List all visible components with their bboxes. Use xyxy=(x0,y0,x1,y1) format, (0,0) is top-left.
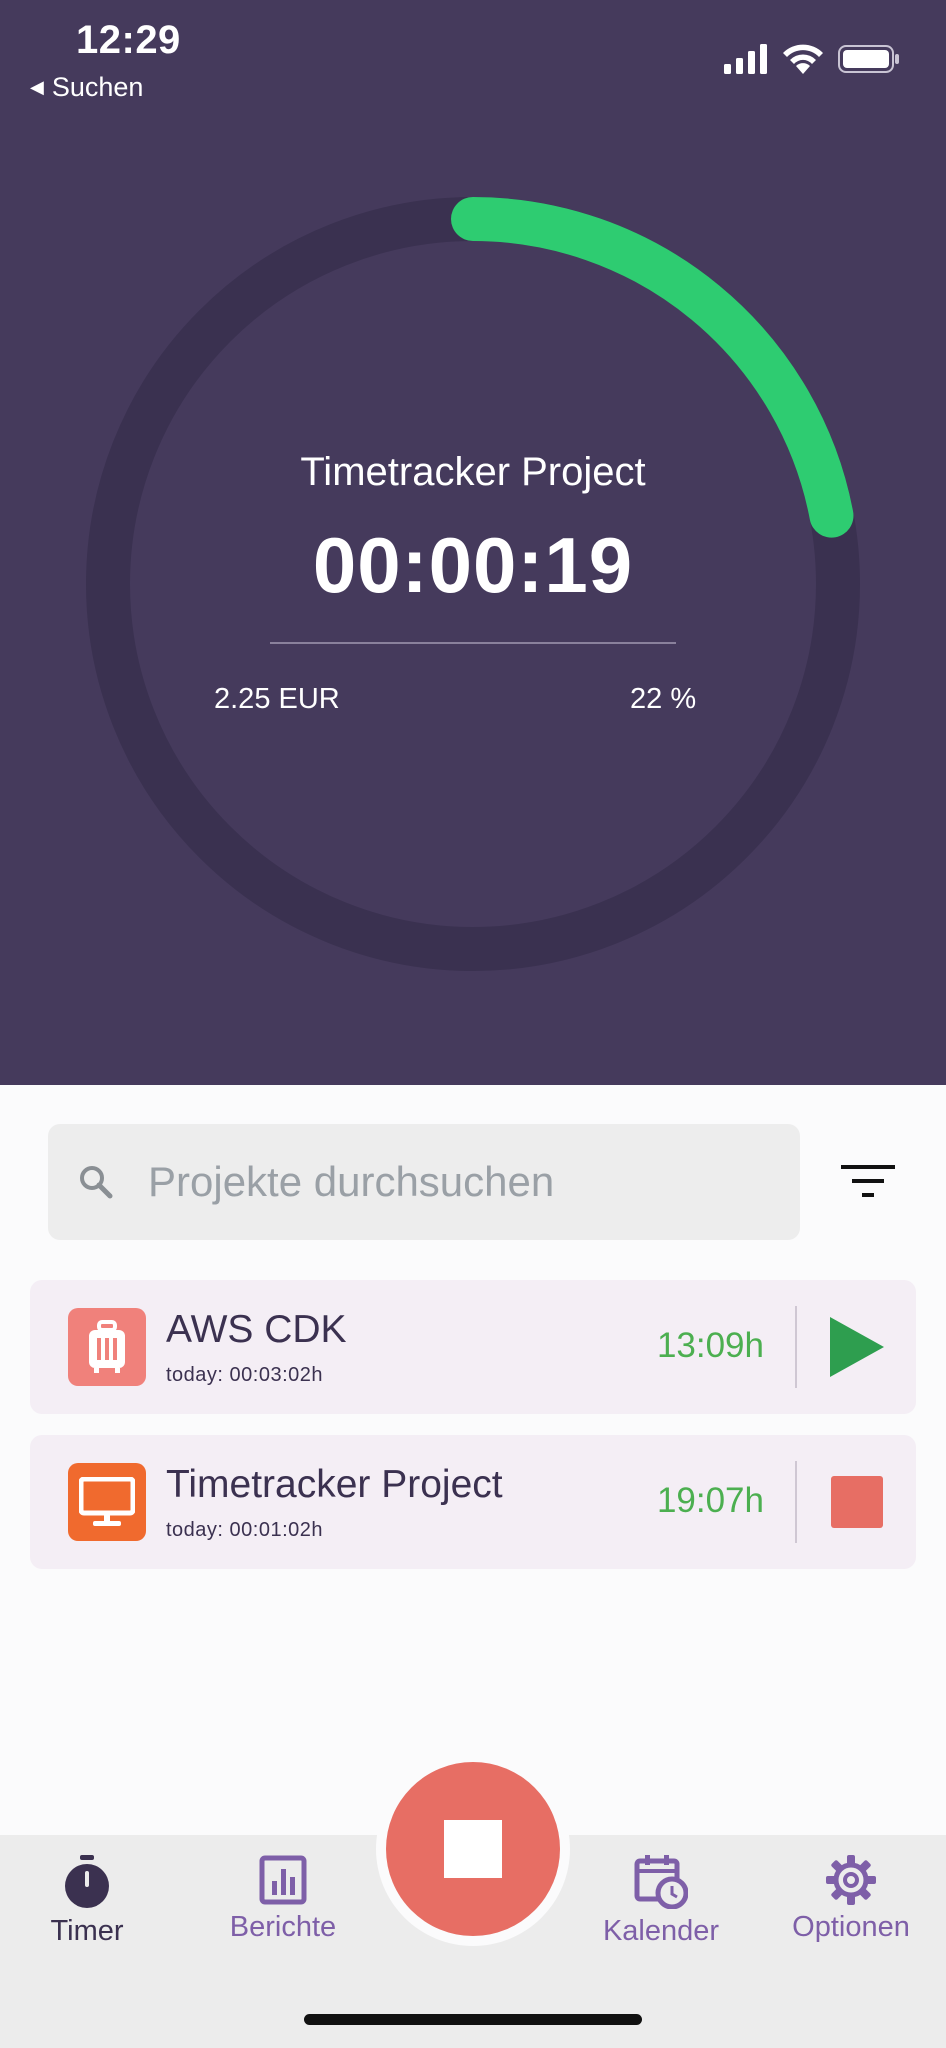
home-indicator xyxy=(304,2014,642,2025)
status-time: 12:29 xyxy=(76,18,181,62)
suitcase-icon xyxy=(68,1308,146,1386)
project-card[interactable]: AWS CDK today: 00:03:02h 13:09h xyxy=(30,1280,916,1414)
tab-kalender[interactable]: Kalender xyxy=(566,1855,756,1948)
calendar-clock-icon xyxy=(634,1855,688,1909)
back-label: Suchen xyxy=(51,72,144,102)
card-divider xyxy=(795,1461,797,1543)
search-input[interactable]: Projekte durchsuchen xyxy=(48,1124,800,1240)
project-name: Timetracker Project xyxy=(166,1463,503,1506)
wifi-icon xyxy=(783,44,823,74)
stop-button[interactable] xyxy=(820,1465,894,1539)
earnings-value: 2.25 EUR xyxy=(214,683,340,715)
tab-optionen[interactable]: Optionen xyxy=(756,1855,946,1944)
back-link[interactable]: ◀ Suchen xyxy=(30,72,143,103)
gear-icon xyxy=(826,1855,876,1905)
project-today: today: 00:03:02h xyxy=(166,1364,324,1386)
filter-icon xyxy=(841,1165,895,1197)
stop-icon xyxy=(831,1476,883,1528)
project-today: today: 00:01:02h xyxy=(166,1519,324,1541)
timer-divider xyxy=(270,642,676,644)
play-icon xyxy=(830,1317,884,1377)
project-card[interactable]: Timetracker Project today: 00:01:02h 19:… xyxy=(30,1435,916,1569)
stop-icon xyxy=(444,1820,502,1878)
filter-button[interactable] xyxy=(838,1152,898,1212)
tab-berichte[interactable]: Berichte xyxy=(188,1855,378,1944)
stop-timer-button[interactable] xyxy=(386,1762,560,1936)
active-project-name: Timetracker Project xyxy=(300,450,646,494)
tab-label: Optionen xyxy=(792,1911,910,1943)
project-total: 13:09h xyxy=(656,1326,764,1365)
elapsed-time: 00:00:19 xyxy=(312,521,634,609)
signal-icon xyxy=(724,44,767,74)
stopwatch-icon xyxy=(65,1855,109,1908)
project-total: 19:07h xyxy=(656,1481,764,1520)
monitor-icon xyxy=(68,1463,146,1541)
search-placeholder: Projekte durchsuchen xyxy=(148,1158,555,1205)
status-icons xyxy=(724,44,900,74)
tab-timer[interactable]: Timer xyxy=(0,1855,182,1948)
tab-label: Kalender xyxy=(602,1915,720,1947)
tab-label: Berichte xyxy=(229,1911,337,1943)
battery-icon xyxy=(838,45,899,73)
tab-label: Timer xyxy=(50,1915,124,1947)
progress-percent: 22 % xyxy=(630,683,697,715)
play-button[interactable] xyxy=(820,1310,894,1384)
card-divider xyxy=(795,1306,797,1388)
bar-chart-icon xyxy=(259,1855,307,1905)
search-icon xyxy=(74,1160,118,1204)
back-arrow-icon: ◀ xyxy=(30,77,44,97)
project-name: AWS CDK xyxy=(166,1308,347,1351)
